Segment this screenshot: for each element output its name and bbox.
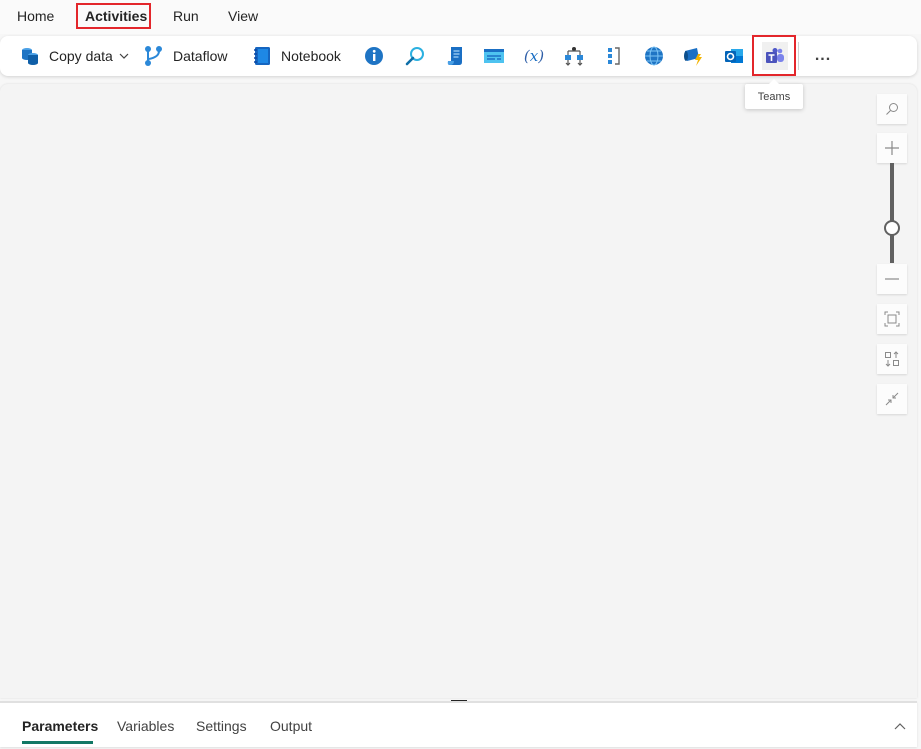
script-button[interactable] bbox=[443, 44, 467, 68]
teams-tooltip: Teams bbox=[745, 79, 803, 109]
minus-icon bbox=[885, 278, 899, 280]
auto-align-button[interactable] bbox=[877, 344, 907, 374]
collapse-icon bbox=[885, 392, 899, 406]
active-bottom-tab-indicator bbox=[22, 741, 93, 744]
tab-settings[interactable]: Settings bbox=[196, 718, 247, 734]
lookup-button[interactable] bbox=[403, 44, 427, 68]
more-icon: ... bbox=[814, 47, 832, 64]
dataflow-label: Dataflow bbox=[173, 48, 228, 64]
fit-screen-icon bbox=[884, 311, 900, 327]
tab-parameters[interactable]: Parameters bbox=[22, 718, 98, 734]
chevron-down-icon[interactable] bbox=[119, 51, 129, 61]
script-icon bbox=[447, 47, 462, 65]
get-metadata-button[interactable] bbox=[362, 44, 386, 68]
dataflow-button[interactable]: Dataflow bbox=[143, 36, 227, 76]
collapse-button[interactable] bbox=[877, 384, 907, 414]
notebook-label: Notebook bbox=[281, 48, 341, 64]
pipeline-canvas[interactable] bbox=[0, 84, 917, 698]
switch-icon bbox=[565, 47, 583, 66]
lookup-icon bbox=[405, 47, 424, 66]
search-canvas-button[interactable] bbox=[877, 94, 907, 124]
filter-button[interactable] bbox=[602, 44, 626, 68]
set-variable-button[interactable]: (x) bbox=[522, 44, 546, 68]
azure-function-button[interactable] bbox=[682, 44, 706, 68]
azure-function-icon bbox=[684, 48, 702, 66]
fit-to-screen-button[interactable] bbox=[877, 304, 907, 334]
tab-run[interactable]: Run bbox=[173, 8, 199, 24]
zoom-slider-track[interactable] bbox=[890, 163, 894, 263]
toolbar-separator bbox=[798, 42, 799, 70]
tab-view[interactable]: View bbox=[228, 8, 258, 24]
auto-align-icon bbox=[885, 351, 899, 367]
outlook-button[interactable] bbox=[722, 44, 746, 68]
plus-icon bbox=[885, 141, 899, 155]
copy-data-button[interactable]: Copy data bbox=[19, 36, 129, 76]
copy-data-label: Copy data bbox=[49, 48, 113, 64]
more-options-button[interactable]: ... bbox=[811, 44, 835, 68]
bottom-panel: Parameters Variables Settings Output bbox=[0, 701, 917, 747]
info-icon bbox=[365, 47, 383, 65]
variable-icon: (x) bbox=[523, 47, 545, 65]
tab-variables[interactable]: Variables bbox=[117, 718, 174, 734]
outlook-icon bbox=[725, 49, 743, 63]
filter-icon bbox=[608, 47, 620, 65]
web-button[interactable] bbox=[642, 44, 666, 68]
tab-output[interactable]: Output bbox=[270, 718, 312, 734]
notebook-button[interactable]: Notebook bbox=[251, 36, 341, 76]
chevron-up-icon[interactable] bbox=[893, 719, 907, 733]
highlight-box-activities bbox=[76, 3, 151, 29]
switch-button[interactable] bbox=[562, 44, 586, 68]
zoom-slider-thumb[interactable] bbox=[884, 220, 900, 236]
dataflow-icon bbox=[145, 46, 162, 66]
copy-data-icon bbox=[22, 48, 38, 65]
stored-procedure-button[interactable] bbox=[482, 44, 506, 68]
stored-procedure-icon bbox=[484, 49, 504, 63]
globe-icon bbox=[645, 46, 663, 66]
zoom-in-button[interactable] bbox=[877, 133, 907, 163]
tab-home[interactable]: Home bbox=[17, 8, 54, 24]
notebook-icon bbox=[254, 47, 270, 65]
search-icon bbox=[886, 103, 898, 115]
zoom-out-button[interactable] bbox=[877, 264, 907, 294]
highlight-box-teams bbox=[752, 35, 796, 76]
